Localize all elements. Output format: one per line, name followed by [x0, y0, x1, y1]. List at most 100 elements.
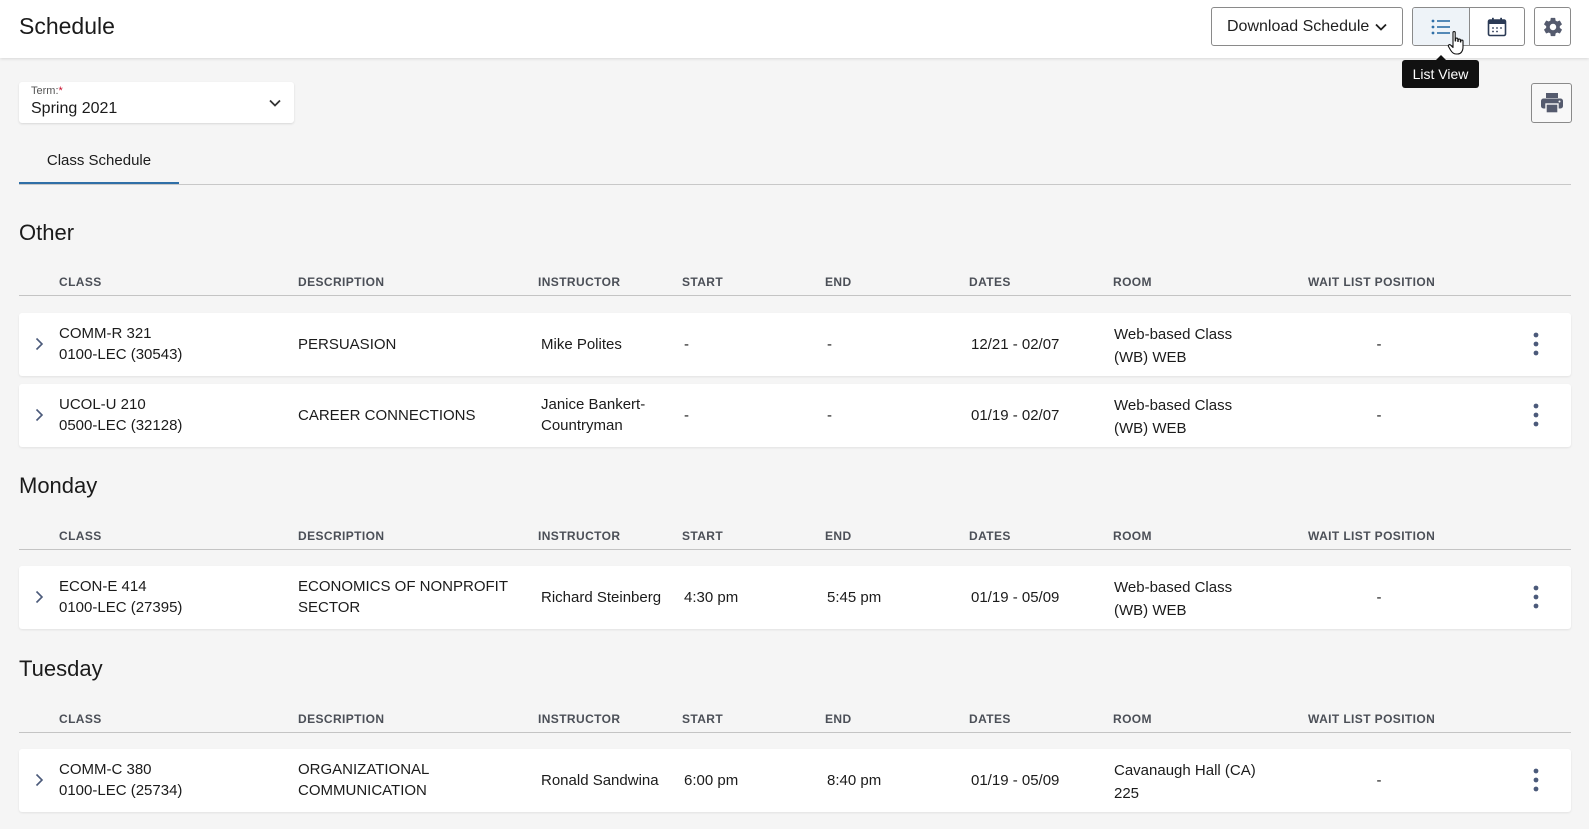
- column-header: CLASS: [59, 712, 102, 726]
- column-header: ROOM: [1113, 275, 1152, 289]
- class-cell: COMM-C 380 0100-LEC (25734): [59, 759, 289, 801]
- class-cell-line: 0100-LEC (25734): [59, 782, 183, 799]
- column-header: DATES: [969, 529, 1011, 543]
- column-header: WAIT LIST POSITION: [1308, 712, 1436, 726]
- table-header-row: CLASS DESCRIPTION INSTRUCTOR START END DATES R…: [19, 703, 1571, 733]
- chevron-right-icon: [35, 590, 44, 604]
- dates-cell: 01/19 - 05/09: [971, 772, 1060, 789]
- download-schedule-label: Download Schedule: [1227, 17, 1370, 35]
- column-header: END: [825, 712, 852, 726]
- term-select[interactable]: Term:* Spring 2021: [19, 82, 294, 123]
- column-header: END: [825, 529, 852, 543]
- start-time-cell: 4:30 pm: [684, 589, 739, 606]
- tab-class-schedule[interactable]: Class Schedule: [19, 148, 179, 185]
- chevron-right-icon: [35, 408, 44, 422]
- section-title: Tuesday: [19, 656, 103, 681]
- table-row: COMM-C 380 0100-LEC (25734) ORGANIZATIONAL…: [19, 749, 1571, 812]
- room-cell-line: (WB) WEB: [1114, 602, 1187, 619]
- column-header: INSTRUCTOR: [538, 529, 621, 543]
- kebab-menu-icon: [1533, 768, 1539, 792]
- class-cell: COMM-R 321 0100-LEC (30543): [59, 323, 289, 365]
- print-button[interactable]: [1531, 83, 1572, 123]
- column-header: WAIT LIST POSITION: [1308, 275, 1436, 289]
- room-cell-line: Web-based Class: [1114, 579, 1233, 596]
- start-time-cell: 6:00 pm: [684, 772, 739, 789]
- end-time-cell: 5:45 pm: [827, 589, 882, 606]
- room-cell: Web-based Class (WB) WEB: [1114, 394, 1284, 440]
- instructor-cell: Ronald Sandwina: [541, 772, 659, 789]
- expand-row-button[interactable]: [31, 588, 47, 606]
- description-cell: ORGANIZATIONAL COMMUNICATION: [298, 761, 429, 799]
- class-cell: ECON-E 414 0100-LEC (27395): [59, 576, 289, 618]
- printer-icon: [1540, 93, 1563, 114]
- table-row: COMM-R 321 0100-LEC (30543) PERSUASION Mike…: [19, 313, 1571, 376]
- dates-cell: 01/19 - 05/09: [971, 589, 1060, 606]
- required-mark: *: [58, 85, 63, 97]
- column-header: DESCRIPTION: [298, 529, 385, 543]
- class-cell-line: 0500-LEC (32128): [59, 417, 183, 434]
- instructor-cell: Richard Steinberg: [541, 589, 662, 606]
- room-cell-line: Web-based Class: [1114, 397, 1233, 414]
- expand-row-button[interactable]: [31, 406, 47, 424]
- column-header: CLASS: [59, 529, 102, 543]
- start-time-cell: -: [684, 336, 689, 353]
- row-actions-button[interactable]: [1529, 766, 1543, 794]
- column-header: DATES: [969, 275, 1011, 289]
- chevron-down-icon: [1375, 23, 1387, 31]
- room-cell-line: (WB) WEB: [1114, 349, 1187, 366]
- column-header: WAIT LIST POSITION: [1308, 529, 1436, 543]
- start-time-cell: -: [684, 407, 689, 424]
- term-value: Spring 2021: [31, 100, 118, 117]
- column-header: DESCRIPTION: [298, 712, 385, 726]
- end-time-cell: -: [827, 407, 832, 424]
- expand-row-button[interactable]: [31, 335, 47, 353]
- page-title: Schedule: [19, 13, 115, 39]
- end-time-cell: 8:40 pm: [827, 772, 882, 789]
- class-cell: UCOL-U 210 0500-LEC (32128): [59, 394, 289, 436]
- class-cell-line: 0100-LEC (27395): [59, 599, 183, 616]
- kebab-menu-icon: [1533, 403, 1539, 427]
- class-cell-line: 0100-LEC (30543): [59, 346, 183, 363]
- description-cell: PERSUASION: [298, 336, 397, 353]
- column-header: INSTRUCTOR: [538, 712, 621, 726]
- end-time-cell: -: [827, 336, 832, 353]
- section-title: Monday: [19, 473, 98, 498]
- instructor-cell: Mike Polites: [541, 336, 622, 353]
- expand-row-button[interactable]: [31, 771, 47, 789]
- row-actions-button[interactable]: [1529, 583, 1543, 611]
- chevron-right-icon: [35, 337, 44, 351]
- room-cell: Web-based Class (WB) WEB: [1114, 576, 1284, 622]
- hand-cursor-icon: [1447, 31, 1464, 55]
- table-row: UCOL-U 210 0500-LEC (32128) CAREER CONNECT…: [19, 384, 1571, 447]
- room-cell-line: Cavanaugh Hall (CA): [1114, 762, 1256, 779]
- column-header: START: [682, 712, 724, 726]
- row-actions-button[interactable]: [1529, 401, 1543, 429]
- table-header-row: CLASS DESCRIPTION INSTRUCTOR START END DATES R…: [19, 266, 1571, 296]
- row-actions-button[interactable]: [1529, 330, 1543, 358]
- column-header: ROOM: [1113, 712, 1152, 726]
- dates-cell: 12/21 - 02/07: [971, 336, 1060, 353]
- list-view-tooltip: List View: [1402, 55, 1479, 88]
- download-schedule-button[interactable]: Download Schedule: [1211, 7, 1403, 46]
- column-header: DATES: [969, 712, 1011, 726]
- class-cell-line: COMM-C 380: [59, 761, 152, 778]
- kebab-menu-icon: [1533, 332, 1539, 356]
- chevron-right-icon: [35, 773, 44, 787]
- column-header: END: [825, 275, 852, 289]
- class-cell-line: ECON-E 414: [59, 578, 147, 595]
- tab-divider: [19, 184, 1571, 185]
- column-header: DESCRIPTION: [298, 275, 385, 289]
- settings-button[interactable]: [1534, 7, 1571, 46]
- kebab-menu-icon: [1533, 585, 1539, 609]
- column-header: START: [682, 275, 724, 289]
- description-cell: ECONOMICS OF NONPROFIT SECTOR: [298, 578, 508, 616]
- wait-list-cell: -: [1376, 407, 1382, 424]
- column-header: CLASS: [59, 275, 102, 289]
- chevron-down-icon: [269, 99, 281, 107]
- gear-icon: [1543, 17, 1562, 36]
- room-cell-line: 225: [1114, 785, 1140, 802]
- table-header-row: CLASS DESCRIPTION INSTRUCTOR START END DATES R…: [19, 520, 1571, 550]
- calendar-view-button[interactable]: [1468, 8, 1525, 45]
- dates-cell: 01/19 - 02/07: [971, 407, 1060, 424]
- room-cell-line: (WB) WEB: [1114, 420, 1187, 437]
